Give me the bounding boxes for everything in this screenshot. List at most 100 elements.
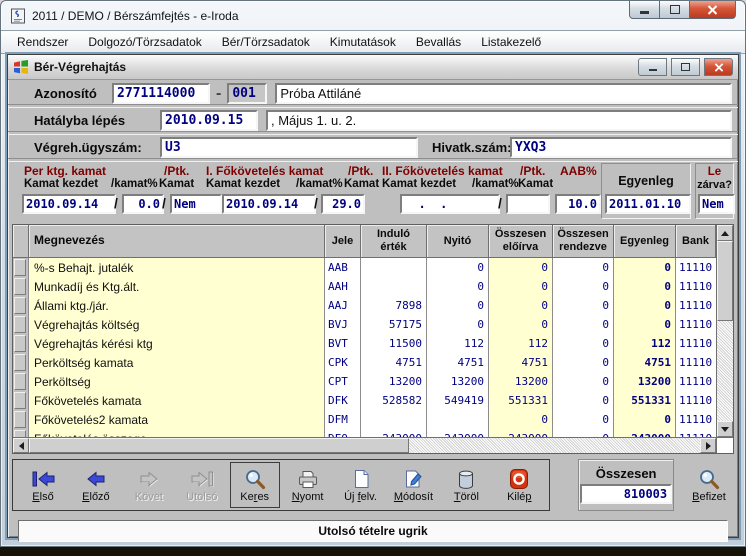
cell-name[interactable]: Perköltség kamata (29, 353, 325, 372)
aab-field[interactable]: 10.0 (555, 194, 601, 214)
cell-eloirva[interactable]: 112 (489, 334, 553, 353)
menu-item-Dolgozó/Törzsadatok[interactable]: Dolgozó/Törzsadatok (78, 32, 211, 52)
toolbar-button-new[interactable]: Új felv. (336, 462, 386, 508)
menu-item-Kimutatások[interactable]: Kimutatások (320, 32, 406, 52)
fo1-pct-field[interactable]: 29.0 (321, 194, 365, 214)
cell-nyito[interactable]: 13200 (427, 372, 489, 391)
scroll-left-button[interactable] (13, 438, 29, 453)
cell-egyenleg[interactable]: 551331 (614, 391, 676, 410)
cell-jele[interactable]: CPT (325, 372, 361, 391)
row-selector[interactable] (13, 410, 29, 429)
egyenleg-field[interactable]: 2011.01.10 (605, 194, 691, 214)
cell-name[interactable]: Végrehajtás költség (29, 315, 325, 334)
row-selector[interactable] (13, 277, 29, 296)
cell-egyenleg[interactable]: 0 (614, 277, 676, 296)
row-selector[interactable] (13, 315, 29, 334)
toolbar-button-print[interactable]: Nyomt (283, 462, 333, 508)
cell-bank[interactable]: 11110 (676, 372, 716, 391)
cell-rendezve[interactable]: 0 (553, 315, 614, 334)
cell-eloirva[interactable]: 0 (489, 277, 553, 296)
fo2-kezdet-field[interactable]: . . (400, 194, 500, 214)
cell-eloirva[interactable]: 551331 (489, 391, 553, 410)
dialog-minimize-button[interactable] (638, 58, 667, 76)
row-selector[interactable] (13, 429, 29, 437)
toolbar-button-pay[interactable]: Befizet (684, 462, 734, 508)
horizontal-scroll-track[interactable] (409, 438, 700, 453)
cell-jele[interactable]: DFO (325, 429, 361, 437)
cell-name[interactable]: Főkövetelés2 kamata (29, 410, 325, 429)
cell-bank[interactable]: 11110 (676, 353, 716, 372)
vertical-scroll-track[interactable] (717, 321, 733, 421)
cell-rendezve[interactable]: 0 (553, 429, 614, 437)
cell-egyenleg[interactable]: 0 (614, 315, 676, 334)
cell-bank[interactable]: 11110 (676, 258, 716, 277)
dialog-restore-button[interactable] (671, 58, 700, 76)
menu-item-Listakezelő[interactable]: Listakezelő (471, 32, 551, 52)
cell-eloirva[interactable]: 243000 (489, 429, 553, 437)
cell-rendezve[interactable]: 0 (553, 353, 614, 372)
cell-name[interactable]: %-s Behajt. jutalék (29, 258, 325, 277)
cell-egyenleg[interactable]: 4751 (614, 353, 676, 372)
cell-bank[interactable]: 11110 (676, 277, 716, 296)
row-selector[interactable] (13, 334, 29, 353)
horizontal-scroll-thumb[interactable] (29, 438, 409, 453)
cell-bank[interactable]: 11110 (676, 410, 716, 429)
azonosito-sub-field[interactable]: 001 (227, 83, 267, 104)
cell-nyito[interactable]: 0 (427, 315, 489, 334)
cell-eloirva[interactable]: 0 (489, 296, 553, 315)
cell-bank[interactable]: 11110 (676, 334, 716, 353)
cell-name[interactable]: Végrehajtás kérési ktg (29, 334, 325, 353)
cell-rendezve[interactable]: 0 (553, 410, 614, 429)
cell-eloirva[interactable]: 0 (489, 258, 553, 277)
cell-name[interactable]: Állami ktg./jár. (29, 296, 325, 315)
row-selector[interactable] (13, 296, 29, 315)
fo1-kezdet-field[interactable]: 2010.09.14 (222, 194, 316, 214)
cell-nyito[interactable]: 243000 (427, 429, 489, 437)
cell-name[interactable]: Munkadíj és Ktg.ált. (29, 277, 325, 296)
cell-rendezve[interactable]: 0 (553, 334, 614, 353)
cell-egyenleg[interactable]: 0 (614, 296, 676, 315)
minimize-button[interactable] (629, 1, 660, 19)
cell-rendezve[interactable]: 0 (553, 296, 614, 315)
row-selector[interactable] (13, 353, 29, 372)
osszesen-field[interactable]: 810003 (580, 484, 672, 504)
cell-egyenleg[interactable]: 13200 (614, 372, 676, 391)
cell-bank[interactable]: 11110 (676, 315, 716, 334)
ugyszam-field[interactable]: U3 (160, 137, 418, 158)
cell-bank[interactable]: 11110 (676, 429, 716, 437)
cell-indulo[interactable] (361, 258, 427, 277)
per-kamat-field[interactable]: Nem (170, 194, 222, 214)
cell-jele[interactable]: BVJ (325, 315, 361, 334)
azonosito-field[interactable]: 2771114000 (112, 83, 210, 104)
toolbar-button-prev[interactable]: Előző (71, 462, 121, 508)
cell-eloirva[interactable]: 4751 (489, 353, 553, 372)
dialog-title-bar[interactable]: Bér-Végrehajtás (8, 55, 738, 80)
cell-nyito[interactable]: 0 (427, 296, 489, 315)
cell-jele[interactable]: DFM (325, 410, 361, 429)
cell-jele[interactable]: CPK (325, 353, 361, 372)
cell-egyenleg[interactable]: 0 (614, 410, 676, 429)
scroll-down-button[interactable] (717, 421, 733, 437)
row-selector[interactable] (13, 258, 29, 277)
cell-indulo[interactable] (361, 410, 427, 429)
cell-eloirva[interactable]: 0 (489, 410, 553, 429)
cell-nyito[interactable]: 112 (427, 334, 489, 353)
menu-item-Rendszer[interactable]: Rendszer (7, 32, 78, 52)
toolbar-button-delete[interactable]: Töröl (441, 462, 491, 508)
cell-egyenleg[interactable]: 243000 (614, 429, 676, 437)
close-button[interactable] (689, 1, 736, 19)
cell-name[interactable]: Főkövetelés összege (29, 429, 325, 437)
toolbar-button-exit[interactable]: Kilép (494, 462, 544, 508)
cell-nyito[interactable]: 549419 (427, 391, 489, 410)
row-selector[interactable] (13, 372, 29, 391)
scroll-up-button[interactable] (717, 225, 733, 241)
cell-rendezve[interactable]: 0 (553, 277, 614, 296)
menu-item-Bér/Törzsadatok[interactable]: Bér/Törzsadatok (212, 32, 320, 52)
vertical-scroll-thumb[interactable] (717, 241, 733, 321)
cell-indulo[interactable]: 243000 (361, 429, 427, 437)
dialog-close-button[interactable] (704, 58, 733, 76)
hatalyba-field[interactable]: 2010.09.15 (160, 110, 258, 131)
cell-jele[interactable]: AAJ (325, 296, 361, 315)
cell-bank[interactable]: 11110 (676, 391, 716, 410)
per-kezdet-field[interactable]: 2010.09.14 (22, 194, 116, 214)
